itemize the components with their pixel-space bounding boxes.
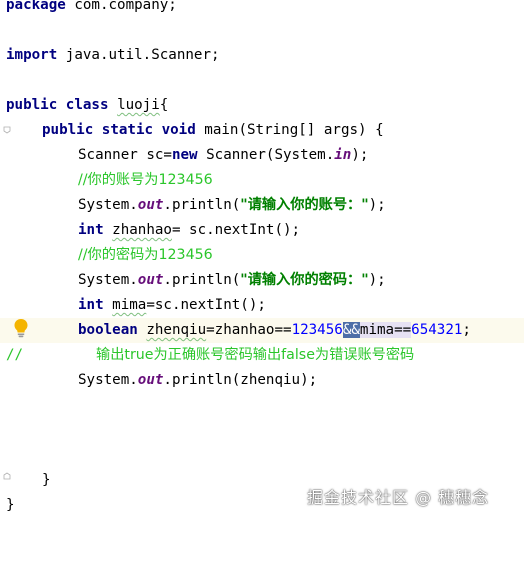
code-line-println-account[interactable]: System.out.println("请输入你的账号："); <box>0 193 524 218</box>
keyword: package <box>6 0 66 13</box>
comment: 输出true为正确账号密码输出false为错误账号密码 <box>96 347 415 363</box>
code-text: System. <box>78 197 138 213</box>
code-text: java.util.Scanner; <box>57 47 220 63</box>
keyword: new <box>171 147 198 163</box>
keyword: int <box>78 222 104 238</box>
code-text: { <box>159 97 169 113</box>
code-text: ; <box>462 322 471 338</box>
comment: //你的密码为123456 <box>78 247 213 263</box>
variable-name: mima <box>112 297 147 313</box>
code-text: .println(zhenqiu); <box>163 372 318 388</box>
variable-name: zhanhao <box>112 222 172 238</box>
code-line-main-decl[interactable]: public static void main(String[] args) { <box>0 118 524 143</box>
keyword: import <box>6 47 58 63</box>
keyword: static <box>101 122 154 138</box>
selected-operator[interactable]: && <box>342 322 360 338</box>
variable-name: zhenqiu <box>146 322 207 338</box>
code-line-int-mima[interactable]: int mima=sc.nextInt(); <box>0 293 524 318</box>
code-line-int-zhanhao[interactable]: int zhanhao= sc.nextInt(); <box>0 218 524 243</box>
watermark: 掘金技术社区 @ 穗穗念 <box>307 488 490 507</box>
keyword: boolean <box>78 322 138 338</box>
keyword: void <box>161 122 196 138</box>
keyword: class <box>65 97 109 113</box>
code-line-comment-password[interactable]: //你的密码为123456 <box>0 243 524 268</box>
keyword: int <box>78 297 104 313</box>
code-text: System. <box>78 272 138 288</box>
code-text: = sc.nextInt(); <box>171 222 301 238</box>
code-text: Scanner sc= <box>78 147 172 163</box>
code-text: Scanner(System. <box>197 147 335 163</box>
code-line-println-password[interactable]: System.out.println("请输入你的密码："); <box>0 268 524 293</box>
comment: //你的账号为123456 <box>78 172 213 188</box>
closing-brace: } <box>42 472 51 488</box>
code-text: .println( <box>163 272 241 288</box>
string-literal: "请输入你的密码：" <box>240 272 369 288</box>
lightbulb-icon[interactable] <box>13 318 29 338</box>
code-line-package[interactable]: package com.company; <box>0 0 524 18</box>
code-text: ); <box>368 272 386 288</box>
code-line-println-result[interactable]: System.out.println(zhenqiu); <box>0 368 524 393</box>
static-field: out <box>137 197 164 213</box>
keyword: public <box>6 97 58 113</box>
keyword: public <box>42 122 94 138</box>
code-line-class-decl[interactable]: public class luoji{ <box>0 93 524 118</box>
code-line-boolean-current[interactable]: boolean zhenqiu=zhanhao==123456&&mima==6… <box>0 318 524 343</box>
static-field: out <box>137 372 164 388</box>
code-text: =sc.nextInt(); <box>146 297 266 313</box>
highlighted-variable: mima== <box>359 322 412 338</box>
closing-brace: } <box>6 497 15 513</box>
number-literal: 654321 <box>411 322 463 338</box>
static-field: in <box>334 147 352 163</box>
code-text: System. <box>78 372 138 388</box>
comment-slashes: // <box>6 347 24 363</box>
code-line-commented-out[interactable]: // 输出true为正确账号密码输出false为错误账号密码 <box>0 343 524 368</box>
code-text: ); <box>351 147 369 163</box>
string-literal: "请输入你的账号：" <box>240 197 369 213</box>
code-editor[interactable]: package com.company; import java.util.Sc… <box>0 0 524 521</box>
code-text: =zhanhao== <box>206 322 292 338</box>
code-text: com.company; <box>65 0 177 13</box>
class-name: luoji <box>117 97 160 113</box>
code-line-scanner[interactable]: Scanner sc=new Scanner(System.in); <box>0 143 524 168</box>
code-line-comment-account[interactable]: //你的账号为123456 <box>0 168 524 193</box>
code-text: main(String[] args) { <box>195 122 384 138</box>
number-literal: 123456 <box>291 322 343 338</box>
code-text: ); <box>368 197 386 213</box>
static-field: out <box>137 272 164 288</box>
code-text: .println( <box>163 197 241 213</box>
code-line-import[interactable]: import java.util.Scanner; <box>0 43 524 68</box>
